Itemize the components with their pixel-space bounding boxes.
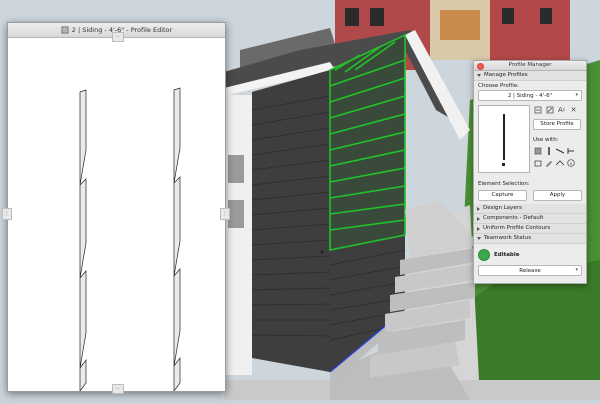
- profile-manager-title: Profile Manager: [508, 62, 552, 68]
- section-manage-profiles[interactable]: Manage Profiles: [474, 71, 586, 81]
- editable-status-icon: [478, 249, 490, 261]
- use-with-label: Use with:: [533, 137, 559, 143]
- teamwork-status: Editable: [474, 244, 586, 264]
- section-label: Manage Profiles: [484, 72, 528, 78]
- close-icon[interactable]: [477, 63, 484, 70]
- profile-document-icon: [61, 26, 69, 34]
- profile-select[interactable]: 2 | Siding - 4'-6" ▾: [478, 90, 582, 101]
- resize-handle-left[interactable]: ⋮: [2, 208, 12, 220]
- resize-handle-top[interactable]: ⋯: [112, 32, 124, 42]
- store-profile-button[interactable]: Store Profile: [533, 119, 581, 130]
- profile-select-value: 2 | Siding - 4'-6": [507, 92, 553, 99]
- apply-button[interactable]: Apply: [533, 190, 582, 201]
- release-value: Release: [519, 267, 541, 274]
- capture-button[interactable]: Capture: [478, 190, 527, 201]
- chevron-down-icon: ▾: [575, 267, 578, 273]
- info-icon[interactable]: [566, 158, 576, 167]
- section-uniform-contours[interactable]: Uniform Profile Contours: [474, 224, 586, 234]
- status-text: Editable: [494, 252, 520, 258]
- disclosure-down-icon: [477, 237, 481, 240]
- section-label: Components - Default: [483, 215, 544, 221]
- column-tool-icon[interactable]: [544, 146, 554, 155]
- edit-profile-icon[interactable]: [545, 105, 554, 114]
- rename-icon[interactable]: Az: [557, 105, 566, 114]
- section-teamwork-status[interactable]: Teamwork Status: [474, 234, 586, 244]
- element-selection-label: Element Selection:: [478, 181, 530, 187]
- section-label: Teamwork Status: [484, 235, 532, 241]
- chevron-down-icon: ▾: [575, 92, 578, 98]
- siding-profile-left[interactable]: [79, 89, 87, 393]
- profile-preview: [478, 105, 530, 173]
- beam-tool-icon[interactable]: [555, 146, 565, 155]
- disclosure-right-icon: [477, 226, 480, 231]
- siding-wall: [252, 70, 330, 372]
- profile-editor-window[interactable]: 2 | Siding - 4'-6" - Profile Editor ⋯ ⋮ …: [2, 22, 230, 394]
- disclosure-down-icon: [477, 74, 481, 77]
- resize-handle-bottom[interactable]: ⋯: [112, 384, 124, 394]
- resize-handle-right[interactable]: ⋮: [220, 208, 230, 220]
- disclosure-right-icon: [477, 206, 480, 211]
- choose-profile-label: Choose Profile:: [478, 83, 520, 89]
- new-profile-icon[interactable]: [533, 105, 542, 114]
- section-components[interactable]: Components - Default: [474, 214, 586, 224]
- section-design-layers[interactable]: Design Layers: [474, 204, 586, 214]
- release-dropdown[interactable]: Release ▾: [478, 265, 582, 276]
- roof-tool-icon[interactable]: [555, 158, 565, 167]
- disclosure-right-icon: [477, 216, 480, 221]
- section-label: Design Layers: [483, 205, 522, 211]
- profile-manager-titlebar[interactable]: Profile Manager: [474, 61, 586, 71]
- railing-tool-icon[interactable]: [566, 146, 576, 155]
- delete-icon[interactable]: ✕: [569, 105, 578, 114]
- wall-tool-icon[interactable]: [533, 146, 543, 155]
- opening-tool-icon[interactable]: [533, 158, 543, 167]
- siding-profile-right[interactable]: [173, 87, 181, 393]
- section-label: Uniform Profile Contours: [483, 225, 551, 231]
- profile-manager-palette[interactable]: Profile Manager Manage Profiles Choose P…: [473, 60, 587, 284]
- profile-editor-canvas[interactable]: ⋯ ⋮ ⋮ ⋯: [2, 32, 230, 394]
- stair-tool-icon[interactable]: [544, 158, 554, 167]
